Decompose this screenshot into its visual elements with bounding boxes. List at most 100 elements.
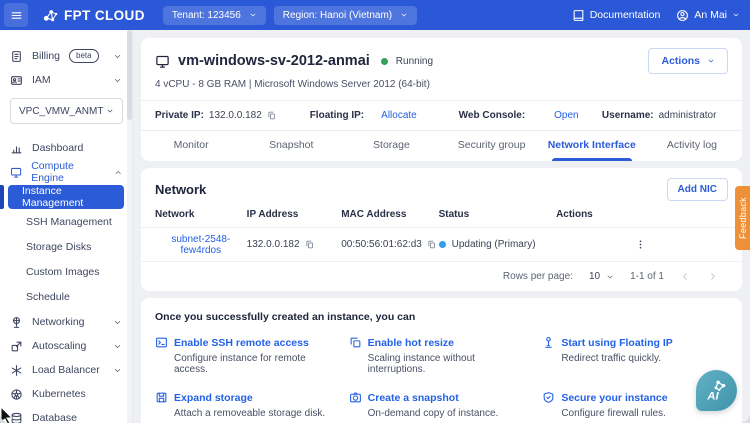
chevron-down-icon — [732, 11, 740, 19]
instance-header-card: vm-windows-sv-2012-anmai Running Actions… — [141, 38, 742, 161]
snapshot-icon — [349, 391, 362, 404]
mac-address-value: 00:50:56:01:62:d3 — [341, 239, 422, 250]
tip-title: Enable SSH remote access — [174, 337, 309, 349]
tip-create-snapshot-link[interactable]: Create a snapshot — [349, 391, 459, 404]
column-status: Status — [439, 209, 556, 220]
tab-activity-log[interactable]: Activity log — [642, 131, 742, 161]
next-page-button[interactable] — [707, 271, 718, 282]
sidebar-item-instance-management[interactable]: Instance Management — [0, 185, 124, 209]
sidebar-item-iam[interactable]: IAM — [0, 68, 132, 92]
sidebar-item-label: SSH Management — [26, 216, 112, 228]
status-text: Running — [396, 56, 433, 67]
tip-expand-storage: Expand storage Attach a removeable stora… — [155, 391, 341, 419]
brand-text: FPT CLOUD — [64, 8, 145, 23]
sidebar-item-billing[interactable]: Billing beta — [0, 44, 132, 68]
instance-info-row: Private IP: 132.0.0.182 Floating IP: All… — [141, 101, 742, 130]
tip-hot-resize: Enable hot resize Scaling instance witho… — [349, 336, 535, 375]
private-ip-field: Private IP: 132.0.0.182 — [155, 110, 310, 121]
beta-badge: beta — [69, 49, 99, 63]
column-actions: Actions — [556, 209, 728, 220]
chevron-down-icon — [113, 366, 122, 375]
tab-network-interface[interactable]: Network Interface — [542, 131, 642, 161]
documentation-label: Documentation — [590, 9, 661, 21]
tenant-selector[interactable]: Tenant: 123456 — [163, 6, 266, 25]
status-dot-running — [381, 58, 388, 65]
storage-disk-icon — [155, 391, 168, 404]
tab-storage[interactable]: Storage — [341, 131, 441, 161]
dashboard-icon — [10, 142, 23, 155]
sidebar-item-database[interactable]: Database — [0, 406, 132, 423]
tip-description: Scaling instance without interruptions. — [368, 353, 535, 375]
sidebar-item-custom-images[interactable]: Custom Images — [8, 260, 124, 284]
feedback-tab[interactable]: Feedback — [735, 186, 750, 250]
tip-expand-storage-link[interactable]: Expand storage — [155, 391, 253, 404]
copy-private-ip-button[interactable] — [267, 111, 276, 120]
tab-snapshot[interactable]: Snapshot — [241, 131, 341, 161]
allocate-floating-ip-link[interactable]: Allocate — [381, 110, 417, 121]
menu-toggle-button[interactable] — [4, 3, 28, 27]
sidebar-item-dashboard[interactable]: Dashboard — [0, 136, 132, 160]
tip-secure-instance-link[interactable]: Secure your instance — [542, 391, 667, 404]
ai-assistant-button[interactable]: AI — [696, 370, 737, 411]
region-selector[interactable]: Region: Hanoi (Vietnam) — [274, 6, 417, 25]
brand-logo[interactable]: FPT CLOUD — [42, 7, 145, 24]
web-console-field: Web Console: Open — [459, 110, 602, 121]
user-name: An Mai — [694, 9, 727, 21]
sidebar-item-label: Instance Management — [8, 185, 124, 209]
compute-engine-icon — [10, 166, 22, 179]
sidebar-item-label: Kubernetes — [32, 388, 86, 400]
chevron-right-icon — [707, 271, 718, 282]
subnet-link[interactable]: subnet-2548-few4rdos — [155, 234, 247, 256]
sidebar-item-label: Schedule — [26, 291, 70, 303]
private-ip-label: Private IP: — [155, 110, 204, 121]
sidebar-item-ssh-management[interactable]: SSH Management — [8, 210, 124, 234]
sidebar-item-networking[interactable]: Networking — [0, 310, 132, 334]
tip-floating-ip: Start using Floating IP Redirect traffic… — [542, 336, 728, 375]
actions-button[interactable]: Actions — [648, 48, 728, 74]
open-web-console-link[interactable]: Open — [554, 110, 578, 121]
user-menu[interactable]: An Mai — [676, 9, 740, 22]
copy-ip-button[interactable] — [305, 240, 314, 249]
sidebar-item-compute-engine[interactable]: Compute Engine — [0, 160, 132, 184]
copy-icon — [427, 240, 436, 249]
tip-title: Start using Floating IP — [561, 337, 672, 349]
sidebar-item-kubernetes[interactable]: Kubernetes — [0, 382, 132, 406]
rows-per-page-select[interactable]: 10 — [589, 271, 614, 282]
floating-ip-icon — [542, 336, 555, 349]
floating-ip-label: Floating IP: — [310, 110, 364, 121]
private-ip-value: 132.0.0.182 — [209, 110, 262, 121]
chevron-down-icon — [400, 11, 408, 19]
chevron-down-icon — [113, 342, 122, 351]
tip-title: Enable hot resize — [368, 337, 454, 349]
rows-per-page-value: 10 — [589, 271, 600, 282]
sidebar-item-storage-disks[interactable]: Storage Disks — [8, 235, 124, 259]
tab-monitor[interactable]: Monitor — [141, 131, 241, 161]
sidebar-item-label: Custom Images — [26, 266, 100, 278]
chevron-down-icon — [113, 76, 122, 85]
sidebar-scrollbar[interactable] — [127, 30, 132, 423]
tip-enable-ssh-link[interactable]: Enable SSH remote access — [155, 336, 309, 349]
sidebar-item-label: IAM — [32, 74, 51, 86]
tip-hot-resize-link[interactable]: Enable hot resize — [349, 336, 454, 349]
region-label: Region: Hanoi (Vietnam) — [283, 10, 392, 21]
sidebar-item-autoscaling[interactable]: Autoscaling — [0, 334, 132, 358]
tip-title: Secure your instance — [561, 392, 667, 404]
pagination: Rows per page: 10 1-1 of 1 — [141, 262, 742, 291]
tip-description: Attach a removeable storage disk. — [174, 408, 341, 419]
add-nic-button[interactable]: Add NIC — [667, 178, 728, 201]
sidebar-item-load-balancer[interactable]: Load Balancer — [0, 358, 132, 382]
tip-title: Create a snapshot — [368, 392, 459, 404]
sidebar-item-schedule[interactable]: Schedule — [8, 285, 124, 309]
row-actions-kebab-button[interactable] — [633, 237, 648, 252]
vpc-selector[interactable]: VPC_VMW_ANMT — [10, 98, 123, 124]
pagination-range: 1-1 of 1 — [630, 271, 664, 282]
vpc-selected-value: VPC_VMW_ANMT — [19, 106, 103, 117]
previous-page-button[interactable] — [680, 271, 691, 282]
documentation-link[interactable]: Documentation — [572, 9, 661, 22]
iam-icon — [10, 74, 23, 87]
username-label: Username: — [602, 110, 654, 121]
tip-floating-ip-link[interactable]: Start using Floating IP — [542, 336, 672, 349]
tip-create-snapshot: Create a snapshot On-demand copy of inst… — [349, 391, 535, 419]
tab-security-group[interactable]: Security group — [442, 131, 542, 161]
copy-mac-button[interactable] — [427, 240, 436, 249]
